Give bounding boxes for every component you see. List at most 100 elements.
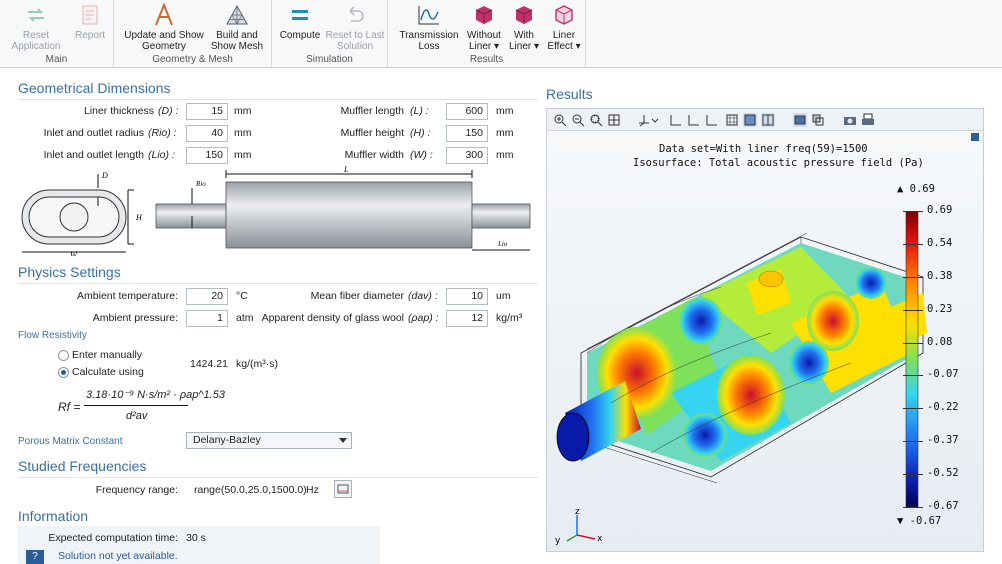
cube-icon [471,2,497,28]
colorbar-min-label: ▼ -0.67 [897,515,942,527]
liner-thickness-input[interactable]: 15 [186,103,228,120]
reset-last-solution-button[interactable]: Reset to Last Solution [324,0,386,52]
view-xy-icon[interactable] [669,113,683,127]
section-divider [18,99,538,100]
compute-icon [287,2,313,28]
colorbar-tick-label: -0.67 [927,500,959,512]
view-zx-icon[interactable] [705,113,719,127]
ambient-pressure-input[interactable]: 1 [186,310,228,327]
render-mode-icon[interactable] [743,113,757,127]
report-label: Report [74,30,105,41]
section-divider [18,283,538,284]
info-icon: ? [26,550,44,564]
inlet-radius-label: Inlet and outlet radius [43,127,144,139]
formula-fraction-bar [84,405,188,406]
print-icon[interactable] [861,113,875,127]
ribbon-group-main: Reset Application Report Main [0,0,114,68]
colorbar-tick-mark [903,211,923,212]
frequency-range-label: Frequency range: [95,484,178,496]
results-title: Results [546,86,593,102]
calculate-using-radio[interactable] [58,367,69,378]
scene-light-icon[interactable] [793,113,807,127]
ambient-temperature-label: Ambient temperature: [77,290,178,302]
isosurface-plot [556,232,927,484]
colorbar-tick-mark [903,507,923,508]
compute-button[interactable]: Compute [276,0,324,52]
reset-application-button[interactable]: Reset Application [8,0,64,52]
muffler-height-symbol: (H) : [410,127,431,139]
wireframe-icon[interactable] [761,113,775,127]
inlet-length-unit: mm [234,149,252,161]
collapse-icon[interactable] [971,133,979,141]
colorbar-max-label: ▲ 0.69 [897,183,935,195]
computation-time-value: 30 s [186,532,206,544]
axis-orientation-icon[interactable] [637,113,651,127]
ambient-pressure-label: Ambient pressure: [92,312,178,324]
colorbar-tick-label: 0.69 [927,204,953,216]
colorbar-tick-mark [903,441,923,443]
calculate-using-label: Calculate using [72,366,144,378]
fiber-diameter-label: Mean fiber diameter [310,290,404,302]
muffler-length-input[interactable]: 600 [446,103,488,120]
camera-icon[interactable] [843,113,857,127]
section-title-information: Information [18,508,89,524]
view-yz-icon[interactable] [687,113,701,127]
muffler-height-label: Muffler height [340,127,404,139]
chevron-down-icon[interactable] [651,113,659,127]
compute-label: Compute [279,30,321,41]
undo-icon [342,2,368,28]
colorbar-tick-label: -0.37 [927,434,959,447]
inlet-radius-symbol: (Rio) : [148,127,177,139]
section-title-frequencies: Studied Frequencies [18,458,147,474]
plot-title-line1: Data set=With liner freq(59)=1500 [659,143,868,155]
fiber-diameter-unit: um [496,290,511,302]
reset-application-label: Reset Application [11,30,61,52]
zoom-extents-icon[interactable] [607,113,621,127]
frequency-range-value[interactable]: range(50.0,25.0,1500.0) [194,484,307,496]
muffler-length-label: Muffler length [340,105,404,117]
range-editor-button[interactable] [334,480,352,498]
graphics-toolbar [547,109,983,131]
reset-last-solution-label: Reset to Last Solution [325,30,385,52]
zoom-out-icon[interactable] [571,113,585,127]
zoom-in-icon[interactable] [553,113,567,127]
muffler-length-symbol: (L) : [410,105,429,117]
chevron-down-icon [339,438,347,443]
transparency-icon[interactable] [811,113,825,127]
porous-matrix-select[interactable]: Delany-Bazley [186,432,352,449]
with-liner-button[interactable]: With Liner ▾ [504,0,544,52]
glass-wool-density-input[interactable]: 12 [446,310,488,327]
ribbon-group-results: Transmission Loss Without Liner ▾ With L… [388,0,586,68]
colorbar-tick-label: 0.38 [927,269,953,282]
ribbon-group-geometry-mesh: Update and Show Geometry Build and Show … [114,0,272,68]
enter-manually-label: Enter manually [72,349,143,361]
liner-effect-button[interactable]: Liner Effect ▾ [544,0,584,52]
ambient-temperature-input[interactable]: 20 [186,288,228,305]
group-caption-results: Results [469,54,504,65]
build-mesh-button[interactable]: Build and Show Mesh [208,0,266,52]
colorbar-tick-mark [903,309,923,311]
ribbon-group-simulation: Compute Reset to Last Solution Simulatio… [272,0,388,68]
sketch-label-d: D [101,171,108,180]
report-button[interactable]: Report [70,0,110,52]
colorbar-tick-mark [903,375,923,377]
zoom-box-icon[interactable] [589,113,603,127]
fiber-diameter-input[interactable]: 10 [446,288,488,305]
transmission-loss-button[interactable]: Transmission Loss [396,0,462,52]
inlet-length-input[interactable]: 150 [186,147,228,164]
inlet-radius-input[interactable]: 40 [186,125,228,142]
mesh-icon [224,2,250,28]
enter-manually-radio[interactable] [58,350,69,361]
colorbar-tick-mark [903,342,923,344]
without-liner-button[interactable]: Without Liner ▾ [464,0,504,52]
muffler-width-input[interactable]: 300 [446,147,488,164]
colorbar-tick-mark [903,276,923,278]
update-geometry-button[interactable]: Update and Show Geometry [122,0,206,52]
grid-icon[interactable] [725,113,739,127]
muffler-height-input[interactable]: 150 [446,125,488,142]
ambient-temperature-unit: °C [236,290,248,302]
graphics-window[interactable]: Data set=With liner freq(59)=1500 Isosur… [546,108,984,552]
group-caption-main: Main [45,54,68,65]
flow-resistivity-title: Flow Resistivity [18,330,87,341]
sketch-label-lio: Lio [497,240,508,248]
